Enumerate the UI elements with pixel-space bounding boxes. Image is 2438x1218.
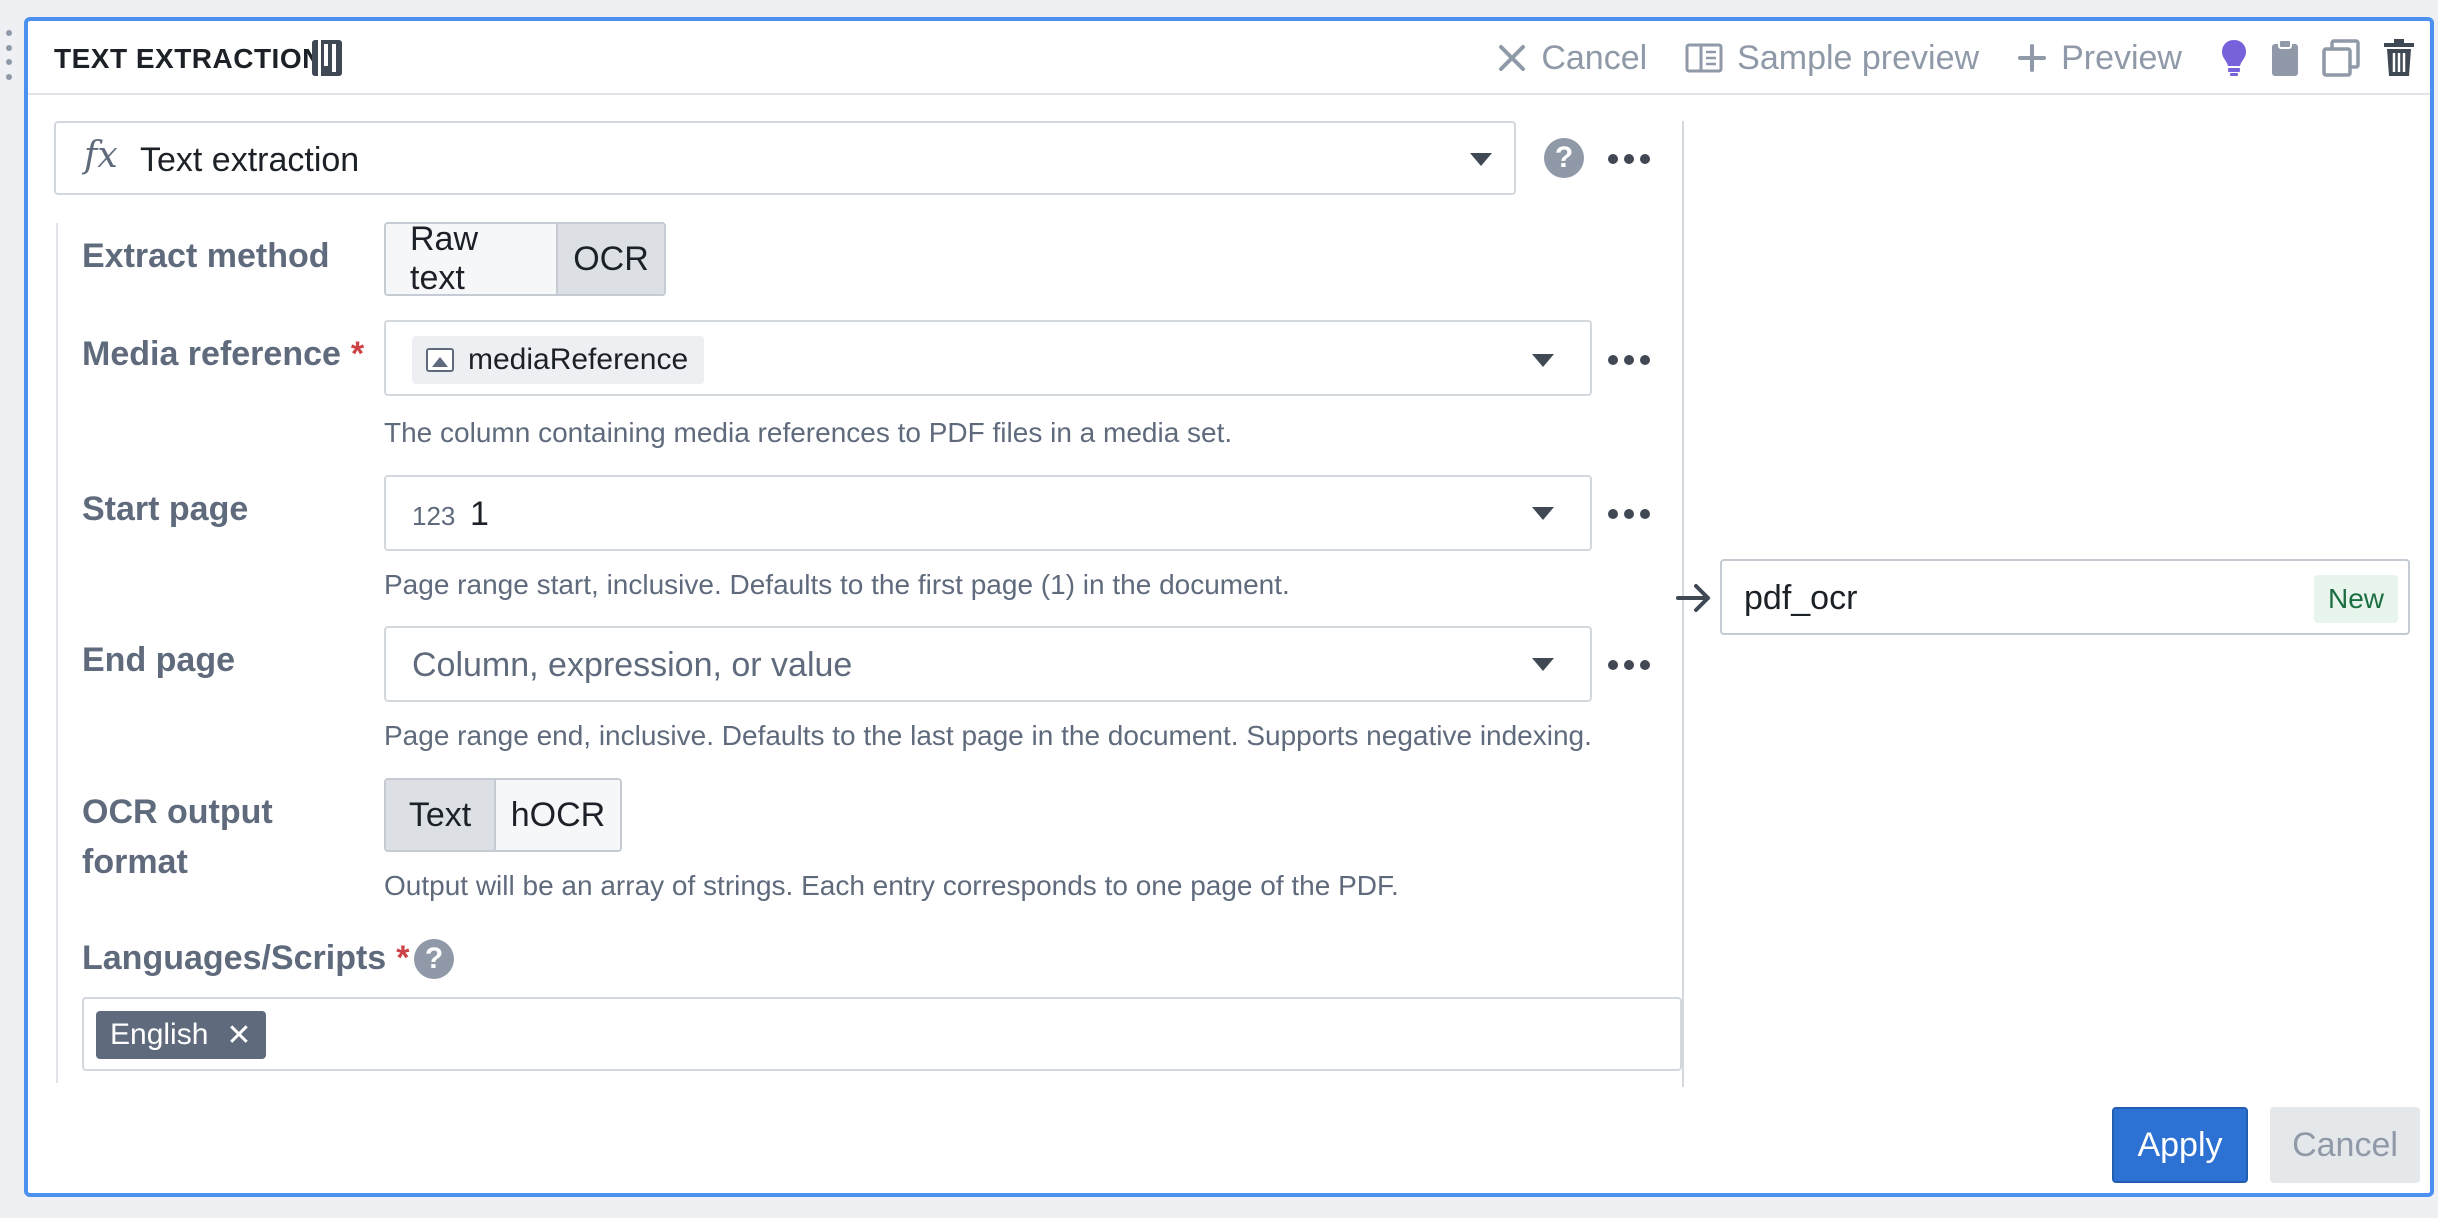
media-reference-value: mediaReference: [468, 343, 689, 376]
end-page-label: End page: [82, 641, 236, 679]
ocr-output-text-option[interactable]: Text: [386, 780, 494, 850]
extract-method-toggle: Raw text OCR: [384, 222, 666, 296]
form-rail: [56, 223, 58, 1083]
function-more-options-icon[interactable]: [1608, 154, 1650, 164]
sample-preview-label: Sample preview: [1737, 38, 1980, 77]
number-type-icon: 123: [412, 501, 456, 531]
plus-icon: [2018, 44, 2047, 72]
end-page-placeholder: Column, expression, or value: [412, 646, 853, 684]
sample-preview-button[interactable]: Sample preview: [1685, 39, 1979, 78]
languages-label-text: Languages/Scripts: [82, 939, 387, 977]
documentation-book-icon[interactable]: [310, 38, 344, 78]
remove-tag-icon[interactable]: ✕: [226, 1018, 251, 1053]
chevron-down-icon: [1532, 658, 1554, 671]
duplicate-icon[interactable]: [2322, 39, 2360, 77]
function-help-icon[interactable]: ?: [1544, 138, 1584, 178]
end-page-select[interactable]: Column, expression, or value: [384, 626, 1592, 702]
footer-cancel-button[interactable]: Cancel: [2270, 1107, 2420, 1183]
language-tag: English ✕: [96, 1011, 266, 1059]
end-page-more-options-icon[interactable]: [1608, 660, 1650, 670]
media-reference-more-options-icon[interactable]: [1608, 355, 1650, 365]
extract-method-label: Extract method: [82, 237, 330, 275]
media-reference-chip: mediaReference: [412, 336, 705, 384]
output-column-name: pdf_ocr: [1744, 579, 1858, 617]
start-page-select[interactable]: 123 1: [384, 475, 1592, 551]
ocr-output-format-toggle: Text hOCR: [384, 778, 622, 852]
language-tag-label: English: [110, 1018, 209, 1051]
chevron-down-icon: [1532, 354, 1554, 367]
ocr-output-format-label: OCR output format: [82, 787, 273, 887]
drag-handle[interactable]: [4, 30, 14, 80]
media-reference-select[interactable]: mediaReference: [384, 320, 1592, 396]
function-select[interactable]: fx Text extraction: [54, 121, 1516, 195]
extract-method-raw-text-option[interactable]: Raw text: [386, 224, 556, 294]
preview-button[interactable]: Preview: [2017, 39, 2182, 78]
clipboard-icon[interactable]: [2270, 38, 2300, 78]
split-panel-icon: [1685, 43, 1723, 73]
required-marker: *: [396, 939, 410, 977]
chevron-down-icon: [1470, 153, 1492, 166]
languages-tag-input[interactable]: English ✕: [82, 997, 1682, 1071]
start-page-label: Start page: [82, 490, 249, 528]
function-fx-icon: fx: [84, 135, 118, 176]
ocr-output-hocr-option[interactable]: hOCR: [494, 780, 620, 850]
lightbulb-icon[interactable]: [2220, 38, 2248, 78]
card-header: TEXT EXTRACTION Cancel Sample preview Pr…: [28, 21, 2430, 95]
media-reference-hint: The column containing media references t…: [384, 417, 1233, 448]
required-marker: *: [350, 335, 365, 373]
image-icon: [426, 348, 454, 372]
start-page-hint: Page range start, inclusive. Defaults to…: [384, 569, 1290, 600]
ocr-output-format-hint: Output will be an array of strings. Each…: [384, 870, 1399, 901]
start-page-more-options-icon[interactable]: [1608, 509, 1650, 519]
ocr-output-format-label-line1: OCR output: [82, 793, 273, 831]
languages-label: Languages/Scripts *: [82, 933, 409, 983]
trash-icon[interactable]: [2382, 38, 2416, 78]
languages-help-icon[interactable]: ?: [414, 939, 454, 979]
transform-card: TEXT EXTRACTION Cancel Sample preview Pr…: [24, 17, 2434, 1197]
media-reference-label-text: Media reference: [82, 335, 341, 373]
chevron-down-icon: [1532, 507, 1554, 520]
start-page-value: 1: [470, 495, 489, 533]
extract-method-ocr-option[interactable]: OCR: [556, 224, 664, 294]
preview-label: Preview: [2061, 38, 2182, 77]
header-toolbar: Cancel Sample preview Preview: [1497, 21, 2430, 95]
card-title: TEXT EXTRACTION: [54, 43, 323, 74]
header-cancel-button[interactable]: Cancel: [1497, 39, 1647, 78]
output-column-name-input[interactable]: pdf_ocr New: [1720, 559, 2410, 635]
close-icon: [1499, 45, 1526, 71]
media-reference-label: Media reference *: [82, 329, 364, 379]
function-select-value: Text extraction: [140, 141, 360, 179]
header-cancel-label: Cancel: [1541, 38, 1648, 77]
new-badge: New: [2313, 575, 2398, 623]
end-page-hint: Page range end, inclusive. Defaults to t…: [384, 720, 1592, 751]
ocr-output-format-label-line2: format: [82, 843, 188, 881]
apply-button[interactable]: Apply: [2112, 1107, 2248, 1183]
arrow-right-icon: [1676, 584, 1710, 612]
